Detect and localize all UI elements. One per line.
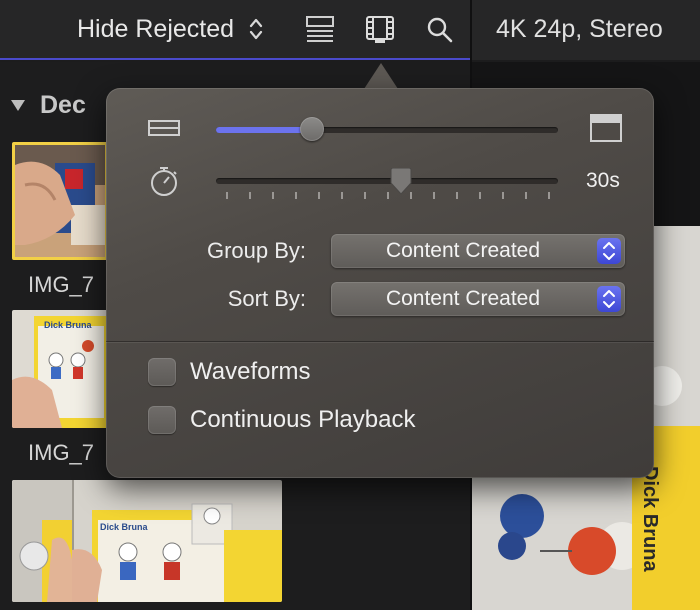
clip-thumbnail[interactable]: Dick Bruna: [12, 310, 108, 428]
clip-height-slider-knob[interactable]: [299, 117, 324, 141]
slider-tick: [456, 192, 458, 199]
search-icon[interactable]: [424, 13, 454, 45]
disclosure-triangle-icon[interactable]: [10, 98, 26, 112]
thumb-brand-text: Dick Bruna: [100, 522, 148, 532]
waveforms-checkbox[interactable]: [148, 358, 176, 386]
slider-tick: [364, 192, 366, 199]
event-name: Dec: [40, 90, 86, 119]
stopwatch-icon: [151, 167, 177, 196]
sort-by-popup[interactable]: Content Created: [331, 282, 625, 316]
slider-tick: [548, 192, 550, 199]
updown-stepper-icon: [597, 238, 621, 264]
slider-tick: [272, 192, 274, 199]
clip-height-slider-fill: [216, 127, 312, 133]
updown-stepper-icon: [597, 286, 621, 312]
slider-tick: [295, 192, 297, 199]
large-clip-height-icon: [590, 114, 622, 142]
viewer-brand-text: Dick Bruna: [639, 466, 661, 572]
slider-tick: [433, 192, 435, 199]
sort-by-value: Content Created: [385, 287, 541, 310]
group-by-value: Content Created: [385, 239, 541, 262]
sort-by-label: Sort By:: [227, 286, 306, 311]
slider-tick: [318, 192, 320, 199]
list-view-icon[interactable]: [305, 13, 335, 45]
clip-label: IMG_7: [28, 440, 95, 465]
clip-image: [12, 480, 282, 602]
small-clip-height-icon: [148, 120, 180, 136]
format-label: 4K 24p, Stereo: [496, 15, 663, 43]
event-header[interactable]: Dec: [10, 90, 86, 120]
slider-tick: [341, 192, 343, 199]
clip-height-slider[interactable]: [216, 127, 558, 133]
duration-slider-knob[interactable]: [388, 168, 414, 196]
popover-arrow: [364, 63, 398, 89]
clip-filmstrip[interactable]: Dick Bruna: [12, 480, 282, 602]
waveforms-label: Waveforms: [190, 358, 311, 385]
continuous-playback-checkbox-row[interactable]: Continuous Playback: [148, 406, 415, 434]
group-by-label: Group By:: [206, 238, 306, 263]
waveforms-checkbox-row[interactable]: Waveforms: [148, 358, 310, 386]
browser-toolbar: Hide Rejected: [0, 0, 470, 60]
thumb-brand-text: Dick Bruna: [44, 320, 92, 330]
slider-tick: [502, 192, 504, 199]
filter-label: Hide Rejected: [77, 15, 235, 43]
group-by-popup[interactable]: Content Created: [331, 234, 625, 268]
clip-thumbnail-selected[interactable]: [12, 142, 108, 260]
filter-popup-button[interactable]: Hide Rejected: [77, 12, 264, 46]
continuous-playback-label: Continuous Playback: [190, 406, 416, 433]
filmstrip-icon[interactable]: [365, 13, 395, 45]
slider-tick: [525, 192, 527, 199]
clip-label: IMG_7: [28, 272, 95, 297]
slider-tick: [249, 192, 251, 199]
viewer-header: 4K 24p, Stereo: [472, 0, 700, 60]
duration-value: 30s: [586, 169, 620, 192]
clip-image: [15, 145, 105, 257]
filter-updown-icon: [249, 18, 263, 40]
slider-tick: [226, 192, 228, 199]
slider-tick: [479, 192, 481, 199]
clip-appearance-popover: 30s Group By: Content Created Sort By: C…: [106, 88, 654, 478]
continuous-playback-checkbox[interactable]: [148, 406, 176, 434]
popover-separator: [106, 341, 654, 342]
